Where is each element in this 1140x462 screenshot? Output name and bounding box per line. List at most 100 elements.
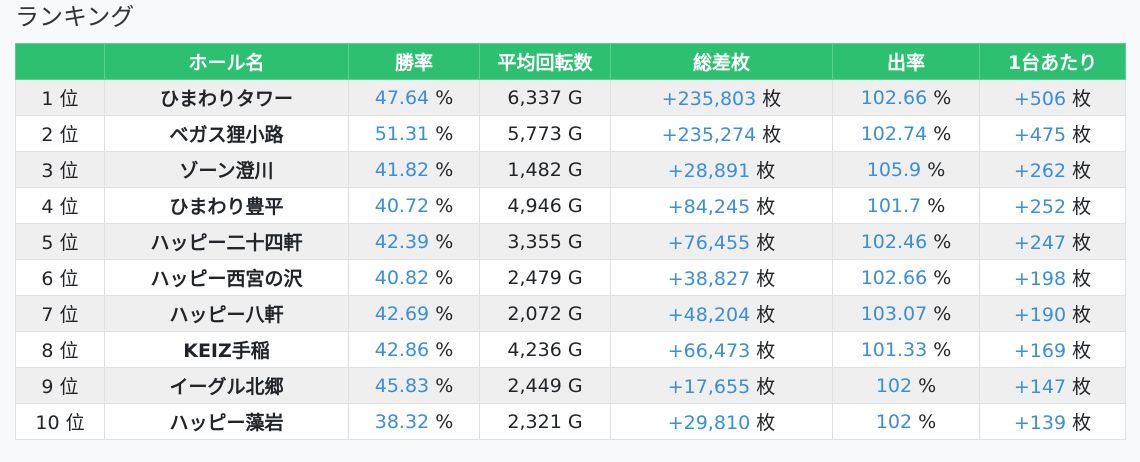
percent-unit: % (435, 338, 454, 361)
total-diff-cell: +76,455 枚 (610, 223, 833, 260)
win-rate-value: 38.32 (374, 410, 430, 433)
payout-value: 103.07 (860, 302, 928, 325)
per-machine-cell: +262 枚 (979, 151, 1126, 188)
payout-value: 105.9 (866, 158, 922, 181)
hall-name-cell: KEIZ手稲 (104, 331, 349, 368)
column-header-avg-spins: 平均回転数 (479, 43, 611, 80)
table-row: 1 位ひまわりタワー 47.64 % 6,337 G +235,803 枚 102.66… (15, 79, 1126, 116)
win-rate-value: 40.72 (374, 194, 430, 217)
total-diff-value: +29,810 (667, 412, 751, 434)
table-row: 9 位イーグル北郷 45.83 % 2,449 G +17,655 枚 102 % +14… (15, 367, 1126, 404)
avg-spins-cell: 3,355 G (479, 223, 611, 260)
hall-name-cell: イーグル北郷 (104, 367, 349, 404)
page-title: ランキング (15, 3, 135, 31)
table-row: 4 位ひまわり豊平 40.72 % 4,946 G +84,245 枚 101.7 % +… (15, 187, 1126, 224)
win-rate-cell: 42.39 % (348, 223, 480, 260)
coins-unit: 枚 (756, 304, 776, 326)
ranking-table: ホール名 勝率 平均回転数 総差枚 出率 1台あたり 1 位ひまわりタワー 47.… (15, 43, 1126, 440)
total-diff-value: +17,655 (667, 376, 751, 398)
per-machine-value: +506 (1013, 88, 1067, 110)
coins-unit: 枚 (762, 88, 782, 110)
percent-unit: % (435, 374, 454, 397)
coins-unit: 枚 (1072, 232, 1092, 254)
per-machine-cell: +147 枚 (979, 367, 1126, 404)
table-row: 6 位ハッピー西宮の沢 40.82 % 2,479 G +38,827 枚 102.66… (15, 259, 1126, 296)
total-diff-value: +76,455 (667, 232, 751, 254)
percent-unit: % (933, 230, 952, 253)
total-diff-cell: +17,655 枚 (610, 367, 833, 404)
coins-unit: 枚 (762, 124, 782, 146)
payout-value: 101.33 (860, 338, 928, 361)
payout-cell: 103.07 % (832, 295, 980, 332)
percent-unit: % (933, 122, 952, 145)
avg-spins-cell: 4,236 G (479, 331, 611, 368)
column-header-total-diff: 総差枚 (610, 43, 833, 80)
total-diff-value: +235,803 (661, 88, 757, 110)
per-machine-value: +262 (1013, 160, 1067, 182)
win-rate-cell: 41.82 % (348, 151, 480, 188)
percent-unit: % (933, 338, 952, 361)
total-diff-cell: +66,473 枚 (610, 331, 833, 368)
column-header-payout: 出率 (832, 43, 980, 80)
per-machine-value: +198 (1013, 268, 1067, 290)
table-row: 7 位ハッピー八軒 42.69 % 2,072 G +48,204 枚 103.07 %… (15, 295, 1126, 332)
column-header-rank (15, 43, 105, 80)
hall-name-cell: ハッピー二十四軒 (104, 223, 349, 260)
per-machine-cell: +169 枚 (979, 331, 1126, 368)
win-rate-value: 41.82 (374, 158, 430, 181)
win-rate-cell: 51.31 % (348, 115, 480, 152)
coins-unit: 枚 (756, 196, 776, 218)
coins-unit: 枚 (1072, 412, 1092, 434)
total-diff-cell: +28,891 枚 (610, 151, 833, 188)
hall-name-cell: ベガス狸小路 (104, 115, 349, 152)
per-machine-value: +169 (1013, 340, 1067, 362)
payout-cell: 102 % (832, 367, 980, 404)
avg-spins-cell: 6,337 G (479, 79, 611, 116)
total-diff-cell: +29,810 枚 (610, 403, 833, 440)
per-machine-value: +252 (1013, 196, 1067, 218)
table-row: 10 位ハッピー藻岩 38.32 % 2,321 G +29,810 枚 102 % +1… (15, 403, 1126, 440)
coins-unit: 枚 (1072, 88, 1092, 110)
percent-unit: % (933, 86, 952, 109)
avg-spins-cell: 2,449 G (479, 367, 611, 404)
ranking-table-body: 1 位ひまわりタワー 47.64 % 6,337 G +235,803 枚 102.66… (15, 79, 1126, 440)
coins-unit: 枚 (756, 268, 776, 290)
per-machine-cell: +198 枚 (979, 259, 1126, 296)
percent-unit: % (435, 194, 454, 217)
avg-spins-cell: 5,773 G (479, 115, 611, 152)
table-header-row: ホール名 勝率 平均回転数 総差枚 出率 1台あたり (15, 43, 1126, 80)
payout-value: 102.74 (860, 122, 928, 145)
payout-cell: 101.33 % (832, 331, 980, 368)
win-rate-cell: 38.32 % (348, 403, 480, 440)
total-diff-value: +66,473 (667, 340, 751, 362)
rank-cell: 9 位 (15, 367, 105, 404)
percent-unit: % (927, 158, 946, 181)
coins-unit: 枚 (1072, 376, 1092, 398)
payout-cell: 102.46 % (832, 223, 980, 260)
win-rate-cell: 42.69 % (348, 295, 480, 332)
coins-unit: 枚 (756, 412, 776, 434)
total-diff-value: +84,245 (667, 196, 751, 218)
per-machine-cell: +475 枚 (979, 115, 1126, 152)
rank-cell: 1 位 (15, 79, 105, 116)
rank-cell: 7 位 (15, 295, 105, 332)
payout-value: 101.7 (866, 194, 922, 217)
table-row: 3 位ゾーン澄川 41.82 % 1,482 G +28,891 枚 105.9 % +2… (15, 151, 1126, 188)
per-machine-cell: +506 枚 (979, 79, 1126, 116)
win-rate-value: 45.83 (374, 374, 430, 397)
win-rate-cell: 40.72 % (348, 187, 480, 224)
win-rate-cell: 47.64 % (348, 79, 480, 116)
total-diff-value: +235,274 (661, 124, 757, 146)
total-diff-cell: +48,204 枚 (610, 295, 833, 332)
percent-unit: % (918, 374, 937, 397)
hall-name-cell: ハッピー西宮の沢 (104, 259, 349, 296)
win-rate-cell: 40.82 % (348, 259, 480, 296)
avg-spins-cell: 2,072 G (479, 295, 611, 332)
payout-value: 102 (875, 410, 913, 433)
payout-value: 102 (875, 374, 913, 397)
coins-unit: 枚 (756, 160, 776, 182)
table-row: 2 位ベガス狸小路 51.31 % 5,773 G +235,274 枚 102.74 … (15, 115, 1126, 152)
total-diff-cell: +84,245 枚 (610, 187, 833, 224)
column-header-per-machine: 1台あたり (979, 43, 1126, 80)
win-rate-value: 40.82 (374, 266, 430, 289)
